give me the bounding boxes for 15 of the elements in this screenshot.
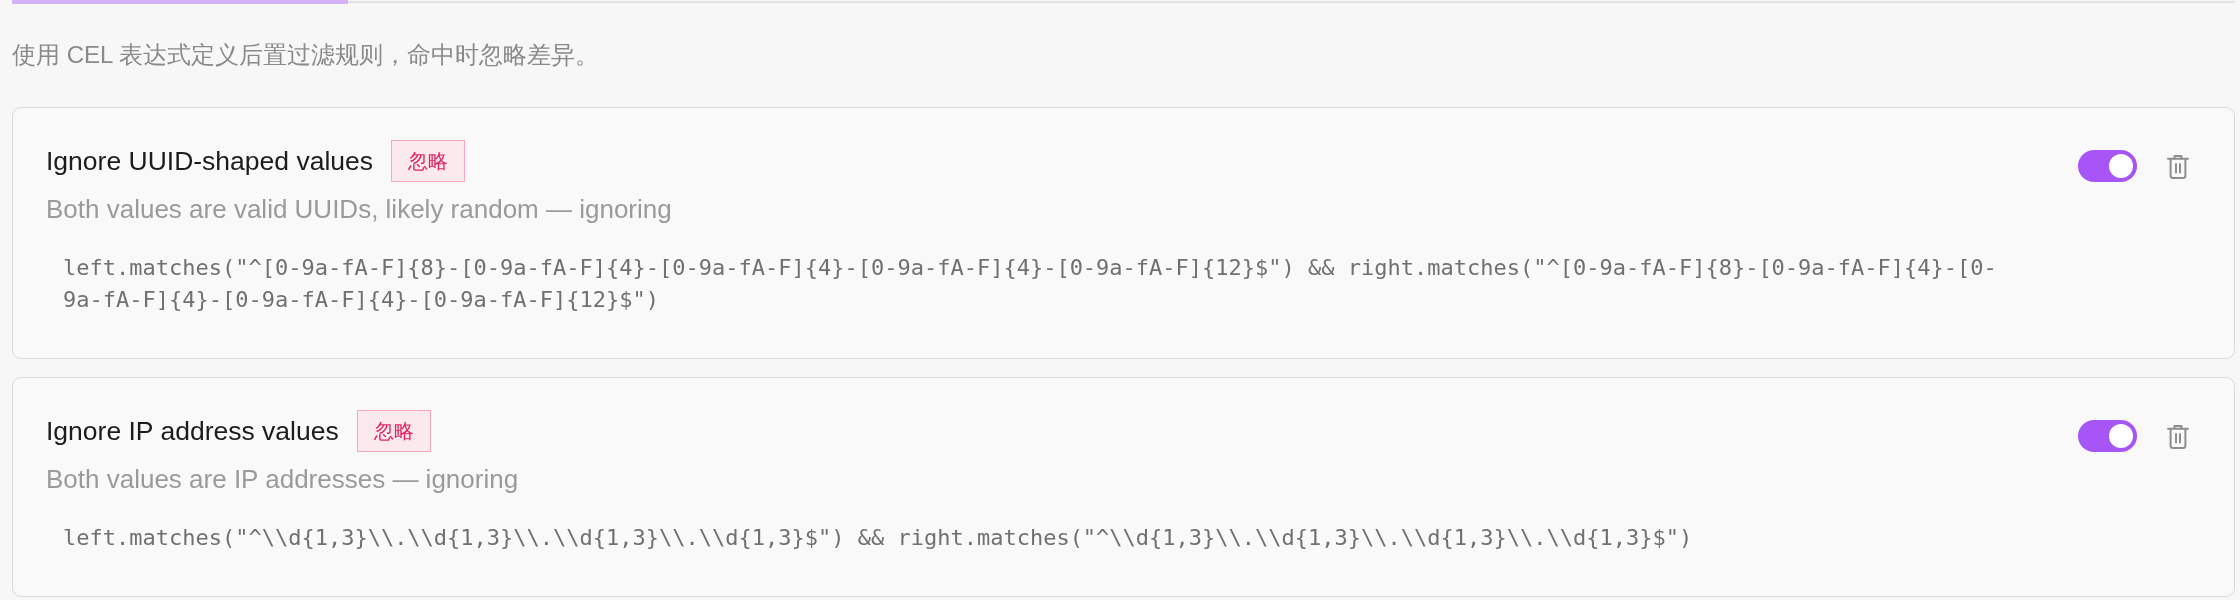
action-badge: 忽略 <box>391 140 465 182</box>
action-badge: 忽略 <box>356 410 431 452</box>
delete-button[interactable] <box>2167 423 2189 449</box>
delete-button[interactable] <box>2167 153 2189 179</box>
rule-reason: Both values are IP addresses — ignoring <box>46 463 520 496</box>
rule-expression: left.matches("^[0-9a-fA-F]{8}-[0-9a-fA-F]{4}-[0-9a-fA-F]{4}-[0-9a-fA-F]{4}-[0-9a-fA-F]{12}$") && right.matches("^[0-9a-fA-F]{8}-[0-9a-fA-F]{4}-[0-9a-fA-F]{4}-[0-9a-fA-F]{4}-[0-9a-fA-F]{12}$") <box>62 254 1998 314</box>
rule-reason: Both values are valid UUIDs, likely random — ignoring <box>46 193 673 226</box>
page-description: 使用 CEL 表达式定义后置过滤规则，命中时忽略差异。 <box>12 40 601 70</box>
rule-expression: left.matches("^\\d{1,3}\\.\\d{1,3}\\.\\d{1,3}\\.\\d{1,3}$") && right.matches("^\\d{1,3}\\.\\d{1,3}\\.\\d{1,3}\\.\\d{1,3}$") <box>62 524 1694 552</box>
rule-name: Ignore UUID-shaped values <box>46 145 373 178</box>
trash-icon <box>2167 153 2189 179</box>
rule-name: Ignore IP address values <box>46 415 339 448</box>
trash-icon <box>2167 423 2189 449</box>
toggle-switch[interactable] <box>2078 420 2137 452</box>
toggle-switch[interactable] <box>2078 150 2137 182</box>
